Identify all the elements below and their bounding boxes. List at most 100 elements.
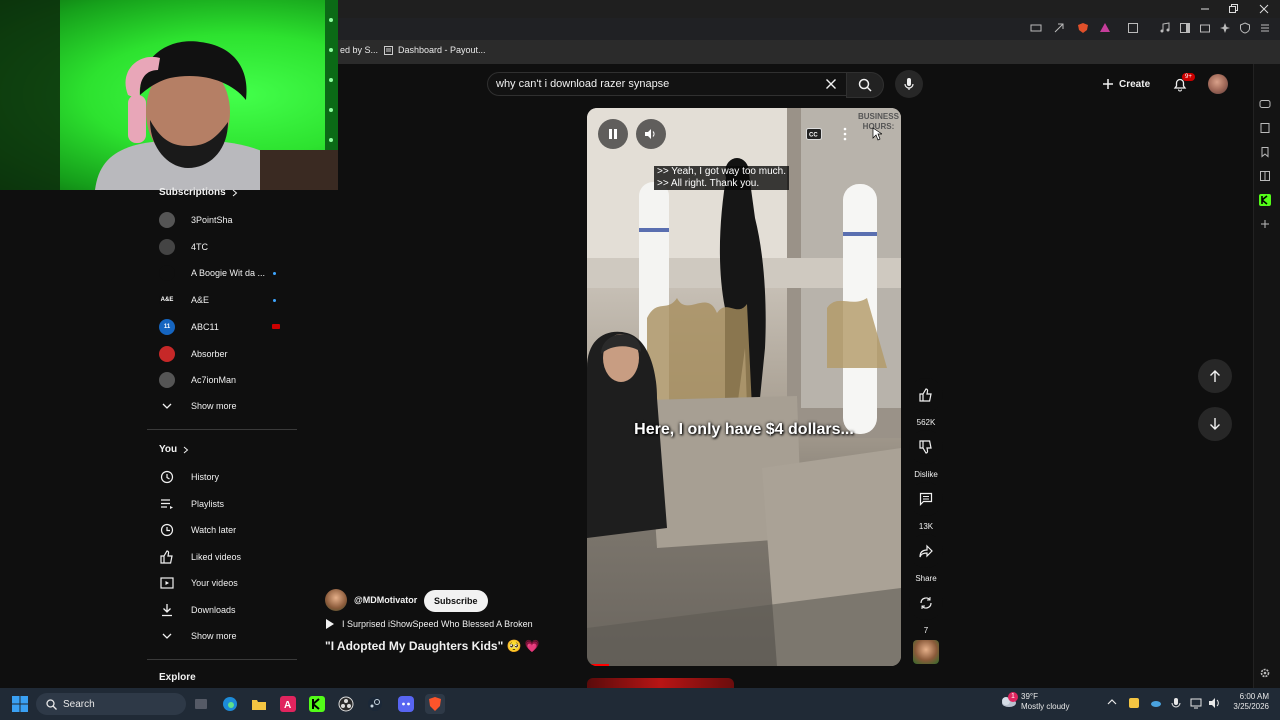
you-item-liked-videos[interactable]: Liked videos xyxy=(159,547,294,567)
search-button[interactable] xyxy=(846,72,884,98)
weather-alert-badge: 1 xyxy=(1008,692,1018,702)
subscribe-button[interactable]: Subscribe xyxy=(424,590,488,612)
kick-icon[interactable] xyxy=(1259,194,1271,206)
add-panel-icon[interactable] xyxy=(1259,218,1271,230)
subscription-item[interactable]: A Boogie Wit da ... xyxy=(159,263,294,283)
leo-ai-icon[interactable] xyxy=(1218,21,1232,35)
more-options-icon[interactable] xyxy=(842,127,848,141)
you-item-playlists[interactable]: Playlists xyxy=(159,494,294,514)
minimize-button[interactable] xyxy=(1198,2,1212,16)
video-progress-bar[interactable] xyxy=(587,664,609,666)
bookmark-item[interactable]: ed by S... xyxy=(340,45,378,55)
liked-videos-icon xyxy=(159,549,175,565)
bookmarks-panel-icon[interactable] xyxy=(1259,146,1271,158)
you-header[interactable]: You xyxy=(159,444,189,455)
playlists-icon xyxy=(159,496,175,512)
like-button[interactable]: 562K xyxy=(908,378,944,427)
you-item-downloads[interactable]: Downloads xyxy=(159,600,294,620)
you-item-watch-later[interactable]: Watch later xyxy=(159,520,294,540)
dislike-label: Dislike xyxy=(914,470,938,479)
share-icon[interactable] xyxy=(1052,21,1066,35)
weather-widget[interactable]: 39°F Mostly cloudy xyxy=(1021,692,1069,712)
subscription-item[interactable]: Ac7ionMan xyxy=(159,370,294,390)
chevron-up-icon[interactable] xyxy=(1107,699,1117,705)
microphone-tray-icon[interactable] xyxy=(1171,697,1181,709)
channel-avatar-icon: 11 xyxy=(159,318,175,335)
subscription-item[interactable]: 4TC xyxy=(159,237,294,257)
brave-browser-icon[interactable] xyxy=(425,694,445,714)
screen-capture-icon[interactable] xyxy=(1029,21,1043,35)
windows-start-icon[interactable] xyxy=(10,694,30,714)
channel-avatar-icon xyxy=(159,265,175,282)
voice-search-button[interactable] xyxy=(895,70,923,98)
speaker-icon[interactable] xyxy=(1208,697,1220,709)
subscription-item[interactable]: A&E A&E xyxy=(159,290,294,310)
settings-icon[interactable] xyxy=(1259,667,1271,679)
related-video-link[interactable]: I Surprised iShowSpeed Who Blessed A Bro… xyxy=(326,619,533,629)
restore-button[interactable] xyxy=(1226,2,1240,16)
tray-cloud-icon[interactable] xyxy=(1150,697,1162,709)
task-view-icon[interactable] xyxy=(191,694,211,714)
previous-video-button[interactable] xyxy=(1198,359,1232,393)
vpn-icon[interactable] xyxy=(1238,21,1252,35)
next-video-button[interactable] xyxy=(1198,407,1232,441)
next-short-preview[interactable] xyxy=(587,678,734,688)
search-input[interactable]: why can't i download razer synapse xyxy=(487,72,847,96)
channel-avatar[interactable] xyxy=(325,589,347,611)
wallet-icon[interactable] xyxy=(1198,21,1212,35)
adobe-icon[interactable]: A xyxy=(278,694,298,714)
close-window-button[interactable] xyxy=(1257,2,1271,16)
pause-button[interactable] xyxy=(598,119,628,149)
clock[interactable]: 6:00 AM 3/25/2026 xyxy=(1229,692,1269,712)
sound-thumbnail[interactable] xyxy=(913,640,939,664)
shorts-video-player[interactable] xyxy=(587,108,901,666)
create-button[interactable]: Create xyxy=(1102,72,1160,96)
brave-shield-icon[interactable] xyxy=(1076,21,1090,35)
sidebar-toggle-icon[interactable] xyxy=(1178,21,1192,35)
comment-icon xyxy=(909,482,943,516)
discord-icon[interactable] xyxy=(396,694,416,714)
show-more-you-button[interactable]: Show more xyxy=(159,626,294,646)
channel-handle[interactable]: @MDMotivator xyxy=(354,595,417,605)
menu-icon[interactable] xyxy=(1258,21,1272,35)
youtube-panel-icon[interactable] xyxy=(1259,98,1271,110)
subscriptions-header[interactable]: Subscriptions xyxy=(159,187,238,198)
obs-icon[interactable] xyxy=(336,694,356,714)
rewards-icon[interactable] xyxy=(1098,21,1112,35)
volume-button[interactable] xyxy=(636,119,666,149)
dislike-button[interactable]: Dislike xyxy=(908,430,944,479)
reading-list-icon[interactable] xyxy=(1259,122,1271,134)
share-button[interactable]: Share xyxy=(908,534,944,583)
video-title[interactable]: "I Adopted My Daughters Kids" 🥺 💗 xyxy=(325,639,540,653)
account-avatar[interactable] xyxy=(1208,74,1228,94)
bookmark-item[interactable]: Dashboard - Payout... xyxy=(384,45,486,55)
comments-button[interactable]: 13K xyxy=(908,482,944,531)
closed-captions-icon[interactable]: CC xyxy=(806,128,822,140)
chevron-right-icon xyxy=(232,189,238,197)
subscriptions-title: Subscriptions xyxy=(159,187,226,198)
tray-app-icon[interactable] xyxy=(1128,697,1140,709)
show-more-subscriptions-button[interactable]: Show more xyxy=(159,396,294,416)
remix-button[interactable]: 7 xyxy=(908,586,944,635)
history-panel-icon[interactable] xyxy=(1259,170,1271,182)
you-item-history[interactable]: History xyxy=(159,467,294,487)
you-item-your-videos[interactable]: Your videos xyxy=(159,573,294,593)
edge-icon[interactable] xyxy=(220,694,240,714)
subscription-item[interactable]: 11 ABC11 xyxy=(159,317,294,337)
subscription-name: 3PointSha xyxy=(191,215,233,225)
subscription-name: 4TC xyxy=(191,241,209,252)
file-explorer-icon[interactable] xyxy=(249,694,269,714)
channel-avatar-icon xyxy=(159,212,175,228)
taskbar-search[interactable]: Search xyxy=(36,693,186,715)
history-icon xyxy=(159,469,175,485)
subscription-item[interactable]: 3PointSha xyxy=(159,210,294,230)
network-icon[interactable] xyxy=(1190,697,1202,709)
extensions-icon[interactable] xyxy=(1126,21,1140,35)
subscription-item[interactable]: Absorber xyxy=(159,344,294,364)
clear-search-icon[interactable] xyxy=(825,78,837,90)
media-icon[interactable] xyxy=(1158,21,1172,35)
kick-app-icon[interactable] xyxy=(307,694,327,714)
share-label: Share xyxy=(915,574,937,583)
steam-icon[interactable] xyxy=(365,694,385,714)
you-item-label: History xyxy=(191,472,220,482)
